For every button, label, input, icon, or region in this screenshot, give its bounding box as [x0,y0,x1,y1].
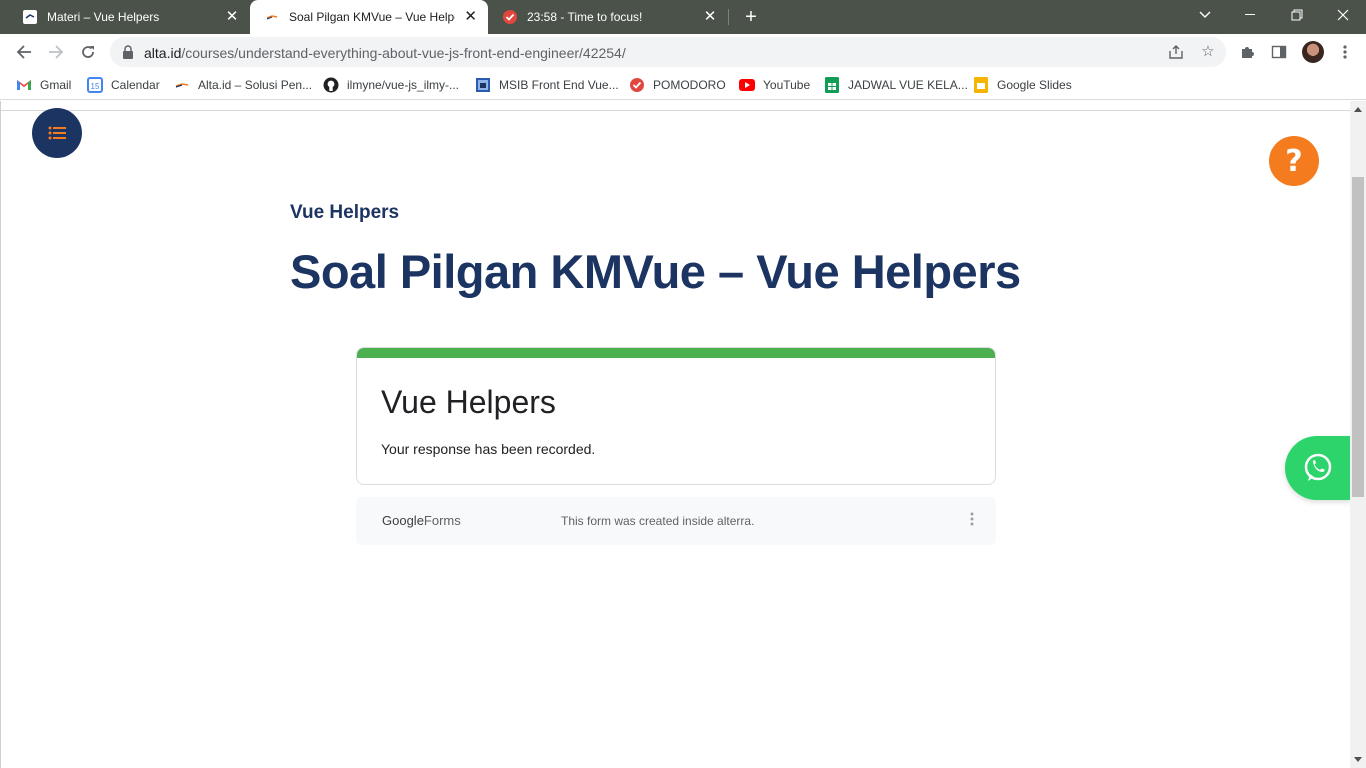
close-tab-icon[interactable]: ✕ [224,9,240,25]
back-icon[interactable] [10,38,38,66]
youtube-icon [739,77,755,93]
alta-icon [174,77,190,93]
share-icon[interactable] [1168,44,1184,60]
bookmark-alta[interactable]: Alta.id – Solusi Pen... [174,76,312,94]
bookmark-youtube[interactable]: YouTube [739,76,810,94]
bookmark-jadwal[interactable]: JADWAL VUE KELA... [824,76,968,94]
gmail-icon [16,77,32,93]
calendar-day: 15 [91,82,100,91]
reload-icon[interactable] [74,38,102,66]
bookmark-label: Gmail [40,78,72,92]
url-host: alta.id [144,45,182,61]
address-bar[interactable]: alta.id/courses/understand-everything-ab… [110,37,1226,67]
more-menu-icon[interactable] [1336,43,1354,61]
extensions-icon[interactable] [1238,43,1256,61]
form-confirmation-message: Your response has been recorded. [381,441,596,457]
tab-soal-pilgan[interactable]: Soal Pilgan KMVue – Vue Helpers ✕ [250,0,488,34]
bookmark-label: YouTube [763,78,811,92]
browser-toolbar: alta.id/courses/understand-everything-ab… [0,34,1366,70]
bookmark-google-slides[interactable]: Google Slides [973,76,1072,94]
url-path: /courses/understand-everything-about-vue… [181,45,626,61]
calendar-icon: 15 [87,77,103,93]
list-icon [48,126,66,140]
bookmark-github[interactable]: ilmyne/vue-js_ilmy-... [323,76,459,94]
pomodoro-check-icon [502,9,518,25]
tab-title: 23:58 - Time to focus! [527,10,643,24]
bookmark-star-icon[interactable]: ☆ [1200,44,1216,60]
bookmark-gmail[interactable]: Gmail [16,76,71,94]
lock-icon[interactable] [122,45,134,64]
tab-materi[interactable]: Materi – Vue Helpers ✕ [8,0,250,34]
google-form-card: Vue Helpers Your response has been recor… [356,347,996,485]
alta-favicon-icon [264,9,280,25]
tab-title: Soal Pilgan KMVue – Vue Helpers [289,10,456,24]
pomodoro-icon [629,77,645,93]
whatsapp-button[interactable] [1285,436,1351,500]
tab-title: Materi – Vue Helpers [47,10,160,24]
minimize-icon[interactable] [1228,0,1274,30]
more-options-icon[interactable] [964,511,980,531]
bookmarks-bar: Gmail 15 Calendar Alta.id – Solusi Pen..… [0,70,1366,100]
bookmark-label: Google Slides [997,78,1072,92]
profile-avatar[interactable] [1302,41,1324,63]
sheets-icon [824,77,840,93]
restore-icon[interactable] [1274,0,1320,30]
bookmark-label: POMODORO [653,78,726,92]
close-window-icon[interactable] [1320,0,1366,30]
url-text: alta.id/courses/understand-everything-ab… [144,45,626,61]
google-forms-footer: GoogleForms This form was created inside… [356,497,996,545]
divider [0,110,1350,111]
github-icon [323,77,339,93]
course-menu-button[interactable] [32,108,82,158]
logo-forms: Forms [423,513,461,528]
bookmark-label: Calendar [111,78,160,92]
tab-time-to-focus[interactable]: 23:58 - Time to focus! ✕ [488,0,728,34]
scroll-down-arrow-icon[interactable] [1354,757,1362,762]
breadcrumb[interactable]: Vue Helpers [290,202,399,224]
bookmark-label: ilmyne/vue-js_ilmy-... [347,78,460,92]
page-scrollbar[interactable] [1350,101,1366,768]
question-mark-icon: ? [1285,143,1303,179]
page-content: ? Vue Helpers Soal Pilgan KMVue – Vue He… [0,101,1351,768]
alta-favicon-icon [22,9,38,25]
close-tab-icon[interactable]: ✕ [702,9,718,25]
form-accent-bar [357,348,995,358]
msib-icon [475,77,491,93]
scrollbar-thumb[interactable] [1352,177,1364,497]
bookmark-label: JADWAL VUE KELA... [848,78,968,92]
logo-google: Google [382,513,424,528]
whatsapp-icon [1304,453,1332,481]
new-tab-icon[interactable]: + [740,6,762,28]
help-button[interactable]: ? [1269,136,1319,186]
tab-separator [728,9,729,25]
divider [0,101,1,768]
browser-tabstrip: Materi – Vue Helpers ✕ Soal Pilgan KMVue… [0,0,1366,34]
close-tab-icon[interactable]: ✕ [463,9,478,25]
form-title: Vue Helpers [381,384,556,420]
bookmark-pomodoro[interactable]: POMODORO [629,76,726,94]
google-forms-logo[interactable]: GoogleForms [382,513,461,528]
bookmark-msib[interactable]: MSIB Front End Vue... [475,76,619,94]
tab-search-icon[interactable] [1182,0,1228,30]
scroll-up-arrow-icon[interactable] [1354,107,1362,112]
forward-icon[interactable] [42,38,70,66]
slides-icon [973,77,989,93]
bookmark-calendar[interactable]: 15 Calendar [87,76,160,94]
bookmark-label: MSIB Front End Vue... [499,78,619,92]
page-title: Soal Pilgan KMVue – Vue Helpers [290,245,1021,298]
footer-note: This form was created inside alterra. [561,514,755,528]
bookmark-label: Alta.id – Solusi Pen... [198,78,313,92]
side-panel-icon[interactable] [1270,43,1288,61]
